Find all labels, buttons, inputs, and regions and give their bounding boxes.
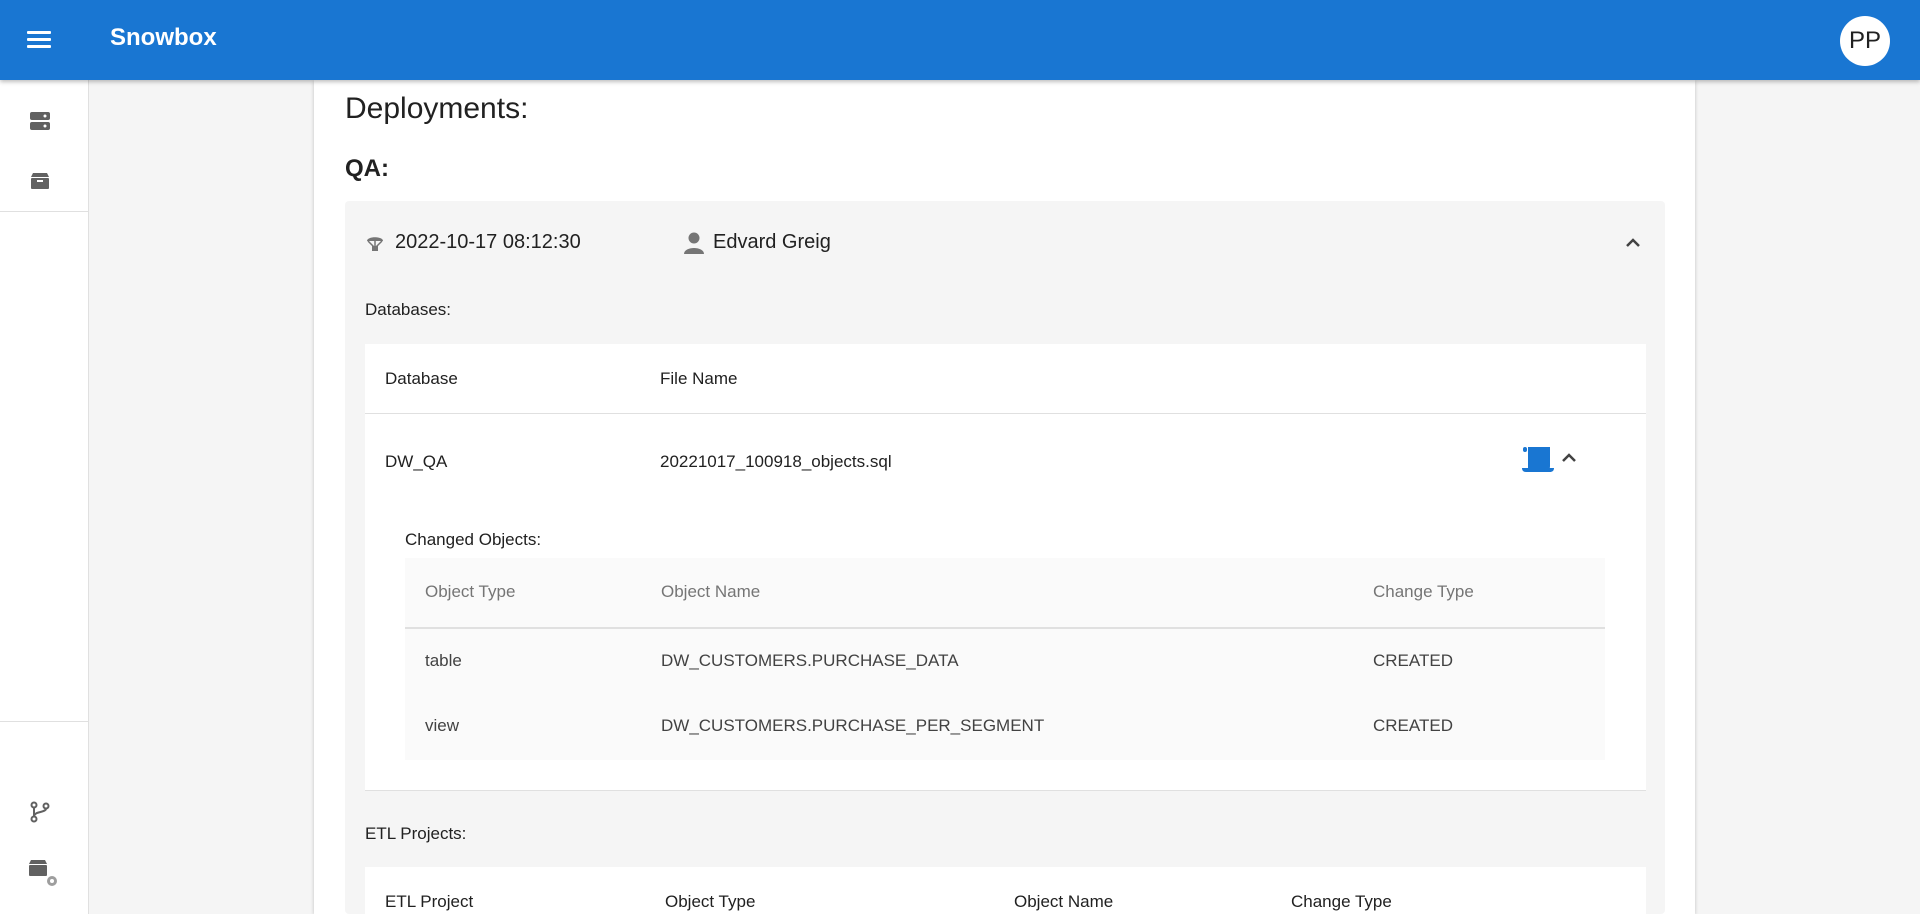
page-title: Deployments: bbox=[345, 92, 529, 125]
parachute-icon bbox=[365, 233, 385, 258]
databases-label: Databases: bbox=[365, 300, 451, 319]
column-header-database: Database bbox=[385, 369, 458, 388]
deployment-user: Edvard Greig bbox=[713, 231, 831, 253]
sidebar-divider bbox=[0, 721, 88, 722]
git-branch-icon[interactable] bbox=[24, 796, 56, 828]
app-bar: Snowbox PP bbox=[0, 0, 1920, 80]
deployment-panel: 2022-10-17 08:12:30 Edvard Greig Databas… bbox=[345, 201, 1665, 914]
object-type: table bbox=[425, 651, 462, 670]
environment-title: QA: bbox=[345, 155, 389, 182]
column-header-change-type: Change Type bbox=[1291, 892, 1392, 911]
changed-objects-table: Object Type Object Name Change Type tabl… bbox=[405, 558, 1605, 760]
app-title: Snowbox bbox=[110, 24, 217, 51]
object-name: DW_CUSTOMERS.PURCHASE_PER_SEGMENT bbox=[661, 716, 1045, 735]
deployment-date: 2022-10-17 08:12:30 bbox=[395, 231, 581, 253]
column-header-etl-project: ETL Project bbox=[385, 892, 474, 911]
table-divider bbox=[365, 790, 1646, 791]
chevron-up-icon[interactable] bbox=[1557, 446, 1581, 470]
column-header-object-type: Object Type bbox=[425, 582, 516, 601]
sidebar-divider bbox=[0, 211, 88, 212]
changed-objects-label: Changed Objects: bbox=[405, 530, 542, 549]
file-name: 20221017_100918_objects.sql bbox=[660, 452, 892, 471]
object-type: view bbox=[425, 716, 460, 735]
table-header: Object Type Object Name Change Type bbox=[405, 558, 1605, 629]
person-icon bbox=[683, 231, 705, 260]
user-avatar[interactable]: PP bbox=[1840, 16, 1890, 66]
table-header: Database File Name bbox=[365, 344, 1646, 414]
table-row: DW_QA 20221017_100918_objects.sql bbox=[365, 414, 1646, 494]
column-header-object-name: Object Name bbox=[661, 582, 761, 601]
database-name: DW_QA bbox=[385, 452, 448, 471]
object-name: DW_CUSTOMERS.PURCHASE_DATA bbox=[661, 651, 959, 670]
column-header-object-type: Object Type bbox=[665, 892, 756, 911]
etl-projects-table: ETL Project Object Type Object Name Chan… bbox=[365, 867, 1646, 914]
etl-projects-label: ETL Projects: bbox=[365, 824, 467, 843]
databases-table: Database File Name DW_QA 20221017_100918… bbox=[365, 344, 1646, 791]
chevron-up-icon[interactable] bbox=[1621, 231, 1645, 255]
script-icon[interactable] bbox=[1520, 444, 1556, 479]
deployment-panel-header[interactable]: 2022-10-17 08:12:30 Edvard Greig bbox=[345, 201, 1665, 285]
change-type: CREATED bbox=[1373, 651, 1453, 670]
package-icon[interactable] bbox=[24, 164, 56, 196]
package-settings-icon[interactable] bbox=[24, 857, 64, 889]
menu-icon[interactable] bbox=[24, 28, 54, 52]
change-type: CREATED bbox=[1373, 716, 1453, 735]
sidebar bbox=[0, 80, 89, 914]
column-header-object-name: Object Name bbox=[1014, 892, 1114, 911]
storage-icon[interactable] bbox=[24, 105, 56, 137]
column-header-file-name: File Name bbox=[660, 369, 738, 388]
column-header-change-type: Change Type bbox=[1373, 582, 1474, 601]
